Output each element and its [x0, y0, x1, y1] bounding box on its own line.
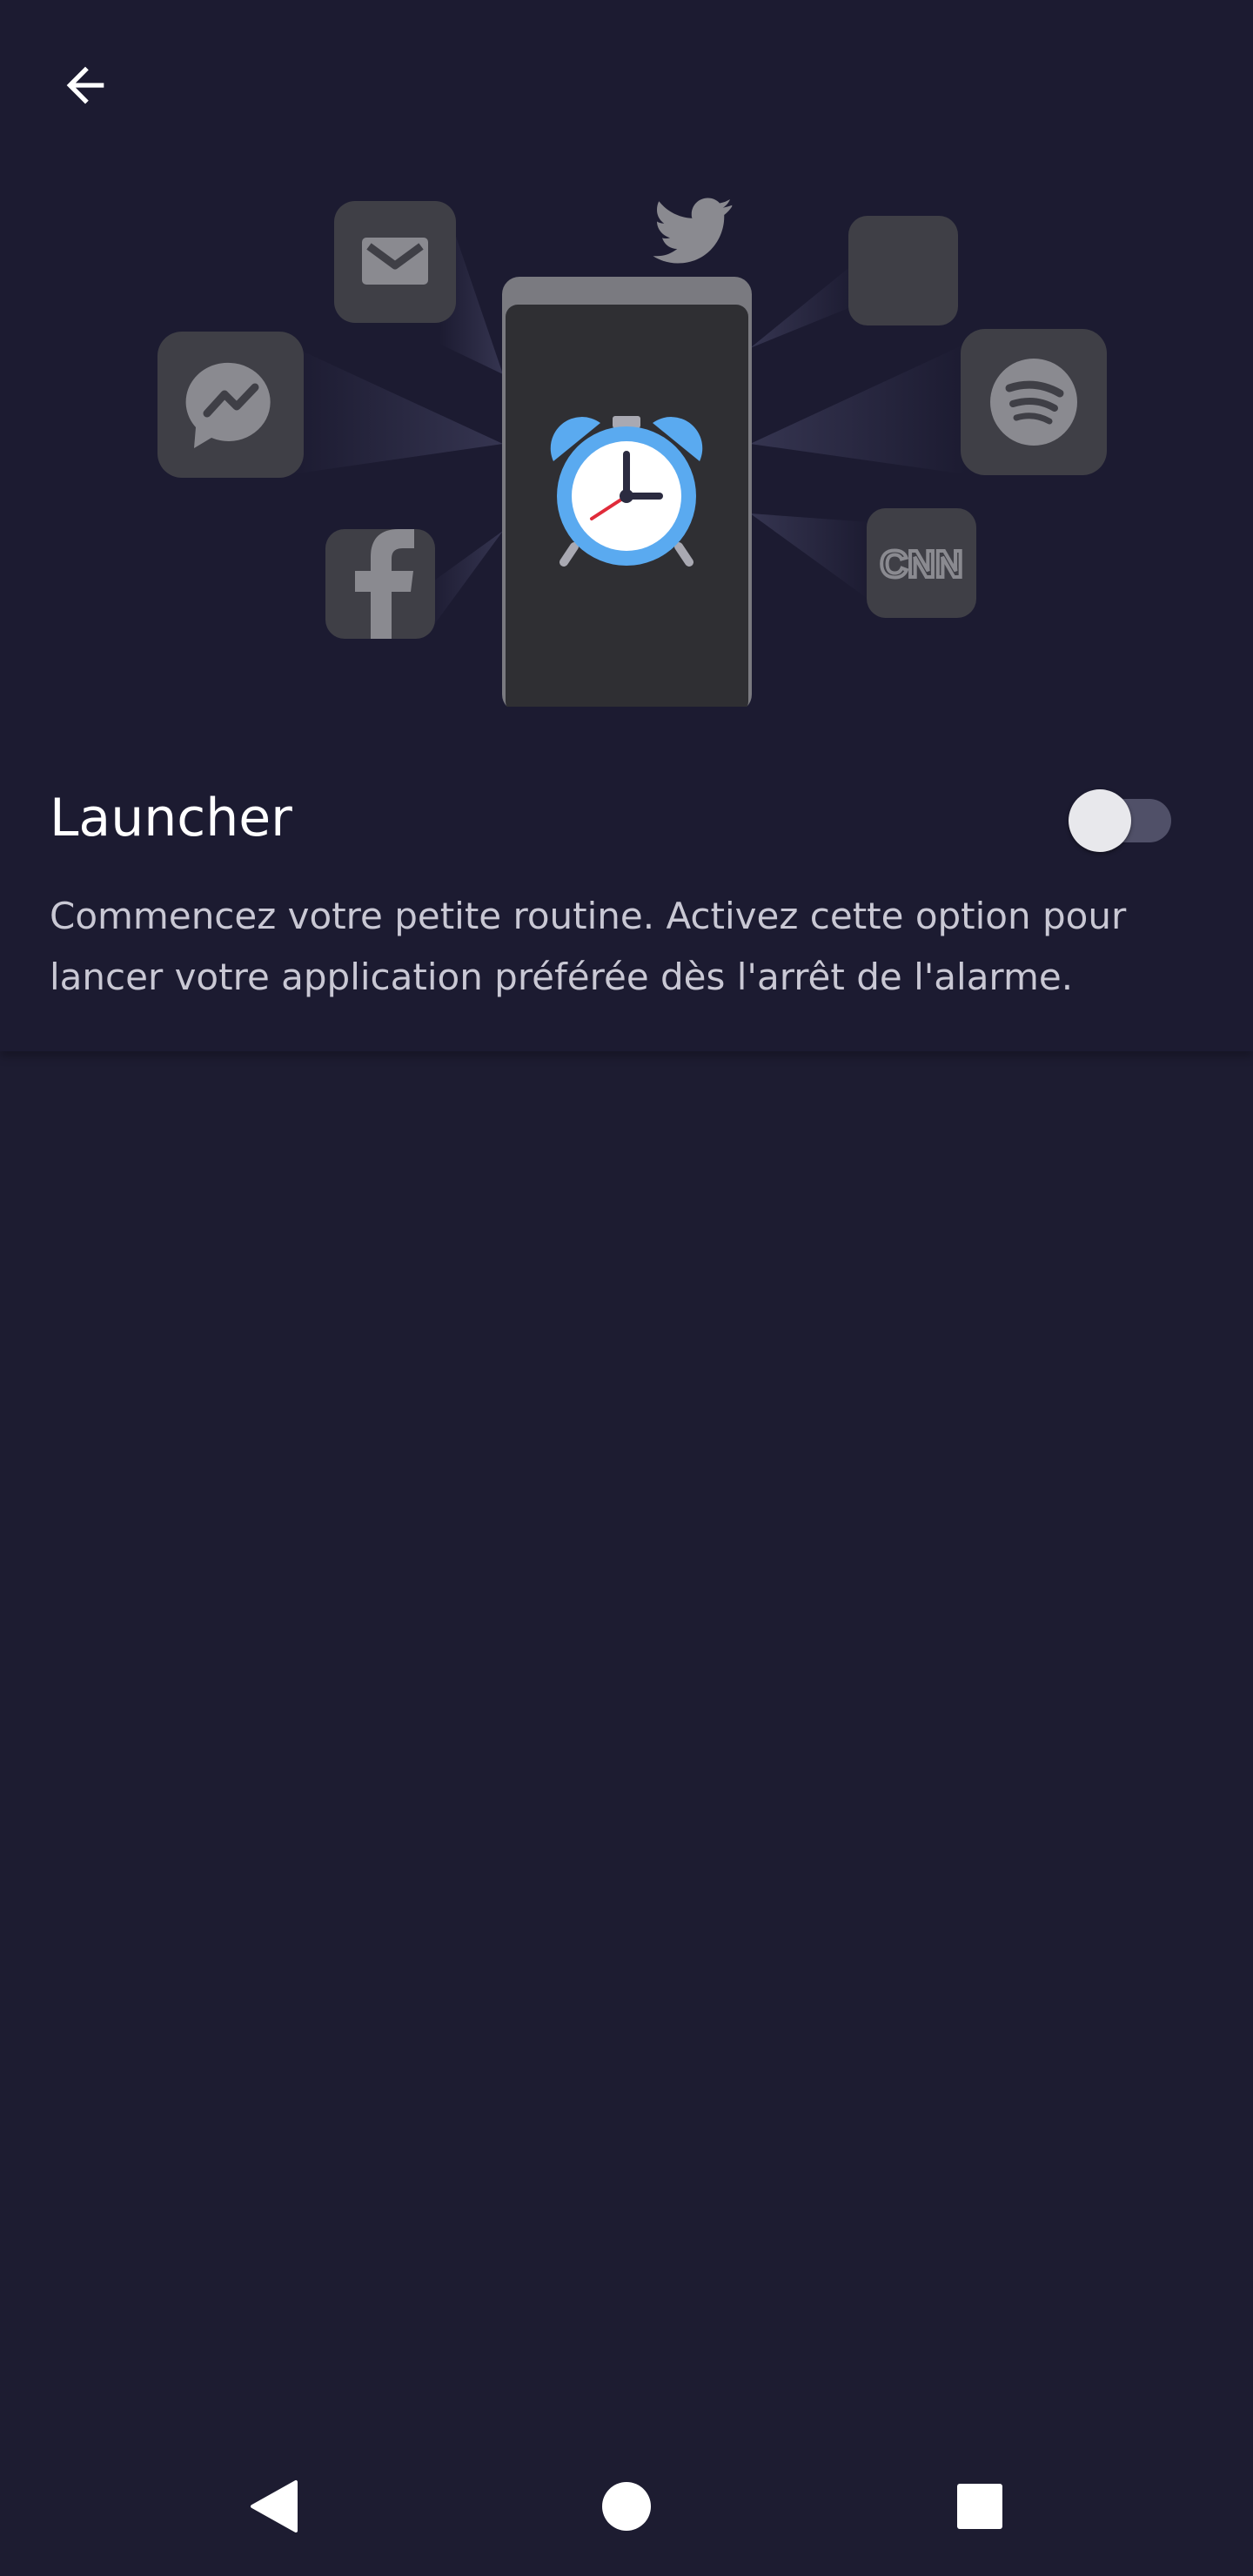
launcher-description: Commencez votre petite routine. Activez … [50, 895, 1127, 998]
home-circle-icon [602, 2482, 651, 2531]
cnn-icon: CNN [867, 508, 976, 618]
launcher-toggle[interactable] [1069, 787, 1173, 852]
nav-recents-button[interactable] [910, 2437, 1049, 2576]
toggle-thumb [1069, 789, 1131, 852]
back-button[interactable] [44, 44, 127, 127]
facebook-icon [325, 529, 435, 639]
spotify-icon [961, 329, 1107, 475]
launcher-screen: CNN Launcher Commencez votre petite rout… [0, 0, 1253, 2576]
back-triangle-icon [251, 2480, 298, 2532]
mail-icon [334, 201, 456, 323]
nav-back-button[interactable] [205, 2437, 345, 2576]
system-navigation-bar [0, 2437, 1253, 2576]
alarm-clock-icon [550, 416, 703, 567]
launcher-card: CNN Launcher Commencez votre petite rout… [0, 0, 1253, 1051]
recents-square-icon [957, 2484, 1002, 2529]
launcher-title: Launcher [50, 788, 292, 849]
arrow-left-icon [66, 66, 104, 104]
cnn-logo-text: CNN [880, 543, 962, 586]
nav-home-button[interactable] [557, 2437, 696, 2576]
launcher-illustration: CNN [157, 198, 1107, 707]
messenger-icon [157, 332, 304, 478]
